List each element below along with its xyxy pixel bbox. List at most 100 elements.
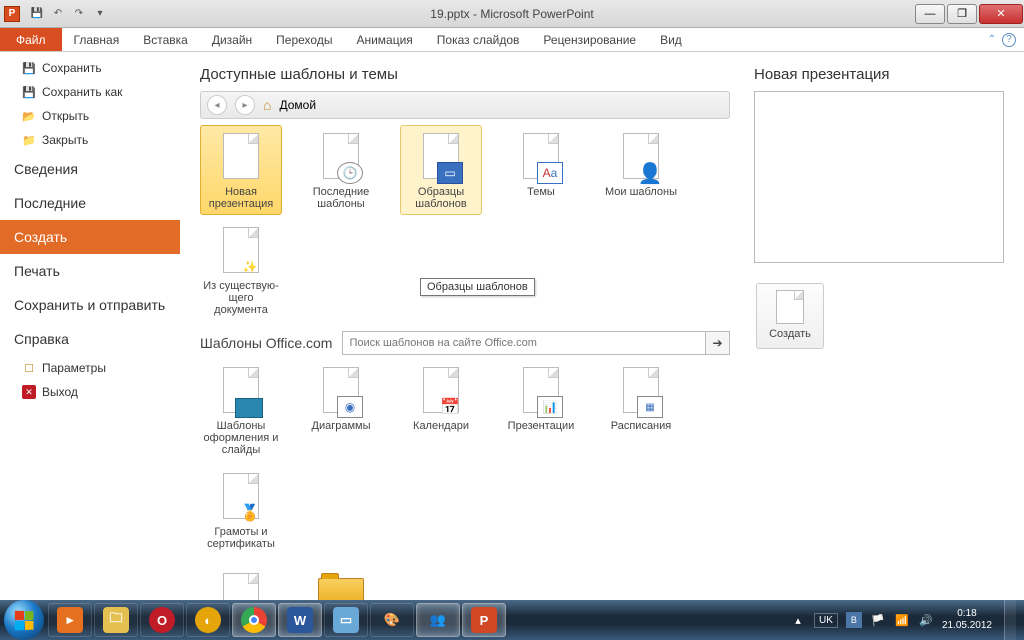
taskbar-chrome[interactable]	[232, 603, 276, 637]
taskbar-mediaplayer[interactable]: ▸	[48, 603, 92, 637]
clock-date: 21.05.2012	[942, 620, 992, 632]
create-label: Создать	[761, 328, 819, 340]
show-desktop-button[interactable]	[1004, 600, 1016, 640]
tab-animations[interactable]: Анимация	[344, 28, 424, 51]
template-navbar: ◂ ▸ ⌂ Домой	[200, 91, 730, 119]
backstage-nav: 💾Сохранить 💾Сохранить как 📂 Открыть 📁Закр…	[0, 52, 180, 600]
minimize-ribbon-icon[interactable]: ⌃	[988, 34, 996, 45]
qat-save-icon[interactable]: 💾	[28, 5, 46, 23]
tray-up-icon[interactable]: ▴	[790, 612, 806, 628]
template-themes[interactable]: Aa Темы	[500, 125, 582, 215]
nav-recent[interactable]: Последние	[0, 186, 180, 220]
taskbar-app2[interactable]: ▭	[324, 603, 368, 637]
taskbar-word[interactable]: W	[278, 603, 322, 637]
templates-panel: Доступные шаблоны и темы ◂ ▸ ⌂ Домой Нов…	[200, 66, 730, 586]
preview-title: Новая презентация	[754, 66, 1004, 83]
template-sample-templates[interactable]: ▭ Образцы шаблонов	[400, 125, 482, 215]
nav-share[interactable]: Сохранить и отправить	[0, 288, 180, 322]
themes-icon: Aa	[513, 130, 569, 182]
clock[interactable]: 0:18 21.05.2012	[942, 608, 992, 632]
minimize-button[interactable]: —	[915, 4, 945, 24]
search-input[interactable]	[343, 332, 705, 354]
template-label: Шаблоны оформления и слайды	[203, 420, 279, 456]
qat-customize-icon[interactable]: ▾	[91, 5, 109, 23]
office-heading-label: Шаблоны Office.com	[200, 335, 332, 351]
nav-open-label: Открыть	[42, 109, 89, 123]
template-blank-presentation[interactable]: Новая презентация	[200, 125, 282, 215]
tab-file[interactable]: Файл	[0, 28, 62, 51]
app-icon: P	[4, 6, 20, 22]
create-button[interactable]: Создать	[756, 283, 824, 349]
template-label: Диаграммы	[303, 420, 379, 432]
recent-templates-icon: 🕒	[313, 130, 369, 182]
template-label: Календари	[403, 420, 479, 432]
taskbar-messenger[interactable]: 👥	[416, 603, 460, 637]
nav-help[interactable]: Справка	[0, 322, 180, 356]
template-label: Мои шаблоны	[603, 186, 679, 198]
tab-review[interactable]: Рецензирование	[531, 28, 648, 51]
breadcrumb-home[interactable]: Домой	[279, 98, 316, 112]
template-from-existing[interactable]: ✨ Из существую- щего документа	[200, 219, 282, 321]
nav-close[interactable]: 📁Закрыть	[0, 128, 180, 152]
tab-insert[interactable]: Вставка	[131, 28, 200, 51]
schedules-icon: ▦	[613, 364, 669, 416]
nav-open[interactable]: 📂 Открыть	[0, 104, 180, 128]
open-icon: 📂	[22, 109, 36, 123]
diagrams-icon: ◉	[313, 364, 369, 416]
taskbar-opera[interactable]: O	[140, 603, 184, 637]
template-label: Темы	[503, 186, 579, 198]
qat-redo-icon[interactable]: ↷	[70, 5, 88, 23]
tray-network-icon[interactable]: 📶	[894, 612, 910, 628]
nav-print[interactable]: Печать	[0, 254, 180, 288]
home-icon[interactable]: ⌂	[263, 97, 271, 113]
tab-design[interactable]: Дизайн	[200, 28, 264, 51]
template-label: Из существую- щего документа	[203, 280, 279, 316]
backstage-view: 💾Сохранить 💾Сохранить как 📂 Открыть 📁Закр…	[0, 52, 1024, 600]
maximize-button[interactable]: ❐	[947, 4, 977, 24]
template-presentations[interactable]: 📊Презентации	[500, 359, 582, 461]
close-button[interactable]: ✕	[979, 4, 1023, 24]
language-indicator[interactable]: UK	[814, 613, 838, 628]
template-schedules[interactable]: ▦Расписания	[600, 359, 682, 461]
nav-save[interactable]: 💾Сохранить	[0, 56, 180, 80]
tab-slideshow[interactable]: Показ слайдов	[425, 28, 532, 51]
exit-icon: ✕	[22, 385, 36, 399]
taskbar-explorer[interactable]: 🗀	[94, 603, 138, 637]
taskbar-powerpoint[interactable]: P	[462, 603, 506, 637]
qat-undo-icon[interactable]: ↶	[49, 5, 67, 23]
tooltip: Образцы шаблонов	[420, 278, 535, 296]
tab-home[interactable]: Главная	[62, 28, 132, 51]
tray-vk-icon[interactable]: B	[846, 612, 862, 628]
tray-volume-icon[interactable]: 🔊	[918, 612, 934, 628]
nav-new[interactable]: Создать	[0, 220, 180, 254]
taskbar-app1[interactable]: ◐	[186, 603, 230, 637]
search-go-button[interactable]: ➔	[705, 332, 729, 354]
tray-flag-icon[interactable]: 🏳️	[870, 612, 886, 628]
nav-exit-label: Выход	[42, 385, 78, 399]
options-icon: ☐	[22, 361, 36, 375]
template-calendars[interactable]: 📅Календари	[400, 359, 482, 461]
template-my-templates[interactable]: 👤 Мои шаблоны	[600, 125, 682, 215]
taskbar: ▸ 🗀 O ◐ W ▭ 🎨 👥 P ▴ UK B 🏳️ 📶 🔊 0:18 21.…	[0, 600, 1024, 640]
help-icon[interactable]: ?	[1002, 33, 1016, 47]
template-recent[interactable]: 🕒 Последние шаблоны	[300, 125, 382, 215]
template-design-slides[interactable]: Шаблоны оформления и слайды	[200, 359, 282, 461]
nav-save-label: Сохранить	[42, 61, 102, 75]
nav-back-button[interactable]: ◂	[207, 95, 227, 115]
start-button[interactable]	[4, 600, 44, 640]
word-icon: W	[287, 607, 313, 633]
nav-options[interactable]: ☐Параметры	[0, 356, 180, 380]
messenger-icon: 👥	[425, 607, 451, 633]
taskbar-paint[interactable]: 🎨	[370, 603, 414, 637]
template-diagrams[interactable]: ◉ Диаграммы	[300, 359, 382, 461]
nav-save-as[interactable]: 💾Сохранить как	[0, 80, 180, 104]
app-icon: ◐	[195, 607, 221, 633]
tab-transitions[interactable]: Переходы	[264, 28, 344, 51]
preview-panel: Новая презентация Создать	[754, 66, 1004, 586]
nav-forward-button[interactable]: ▸	[235, 95, 255, 115]
nav-info[interactable]: Сведения	[0, 152, 180, 186]
template-certificates[interactable]: 🏅Грамоты и сертификаты	[200, 465, 282, 555]
tab-view[interactable]: Вид	[648, 28, 694, 51]
template-label: Новая презентация	[203, 186, 279, 210]
nav-exit[interactable]: ✕ Выход	[0, 380, 180, 404]
